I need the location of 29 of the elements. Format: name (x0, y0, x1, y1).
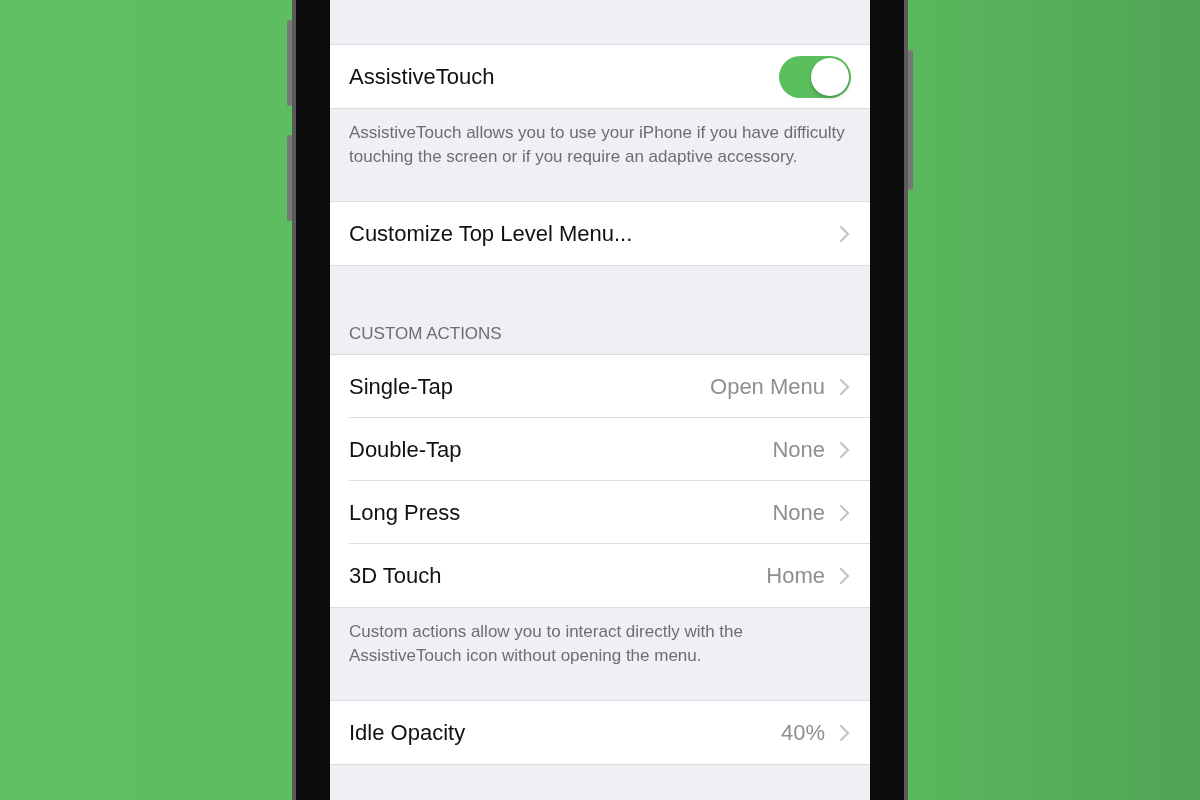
settings-row[interactable]: AssistiveTouch (330, 45, 870, 108)
settings-row[interactable]: 3D Touch Home (330, 544, 870, 607)
settings-row[interactable]: Single-Tap Open Menu (330, 355, 870, 418)
row-label: Double-Tap (349, 436, 463, 463)
row-label: Customize Top Level Menu... (349, 220, 634, 247)
row-label: Idle Opacity (349, 719, 467, 746)
section-footer: Custom actions allow you to interact directly with the AssistiveTouch icon without opening the menu. (349, 622, 743, 665)
chevron-icon (839, 224, 850, 243)
row-value: 40% (780, 719, 825, 746)
chevron-icon (839, 723, 850, 742)
chevron-icon (839, 566, 850, 585)
row-label: Long Press (349, 499, 462, 526)
row-value: None (772, 436, 825, 463)
row-label: AssistiveTouch (349, 63, 496, 90)
section-header: CUSTOM ACTIONS (349, 324, 502, 343)
settings-row[interactable]: Customize Top Level Menu... (330, 202, 870, 265)
chevron-icon (839, 503, 850, 522)
row-label: Single-Tap (349, 373, 454, 400)
toggle-switch[interactable] (779, 55, 851, 98)
section-footer: AssistiveTouch allows you to use your iPhone if you have difficulty touching the screen or if you require an adaptive accessory. (349, 123, 845, 166)
settings-row[interactable]: Idle Opacity 40% (330, 701, 870, 764)
row-value: None (772, 499, 825, 526)
row-label: 3D Touch (349, 562, 443, 589)
settings-row[interactable]: Double-Tap None (330, 418, 870, 481)
chevron-icon (839, 440, 850, 459)
settings-row[interactable]: Long Press None (330, 481, 870, 544)
row-value: Home (766, 562, 825, 589)
chevron-icon (839, 377, 850, 396)
row-value: Open Menu (710, 373, 825, 400)
